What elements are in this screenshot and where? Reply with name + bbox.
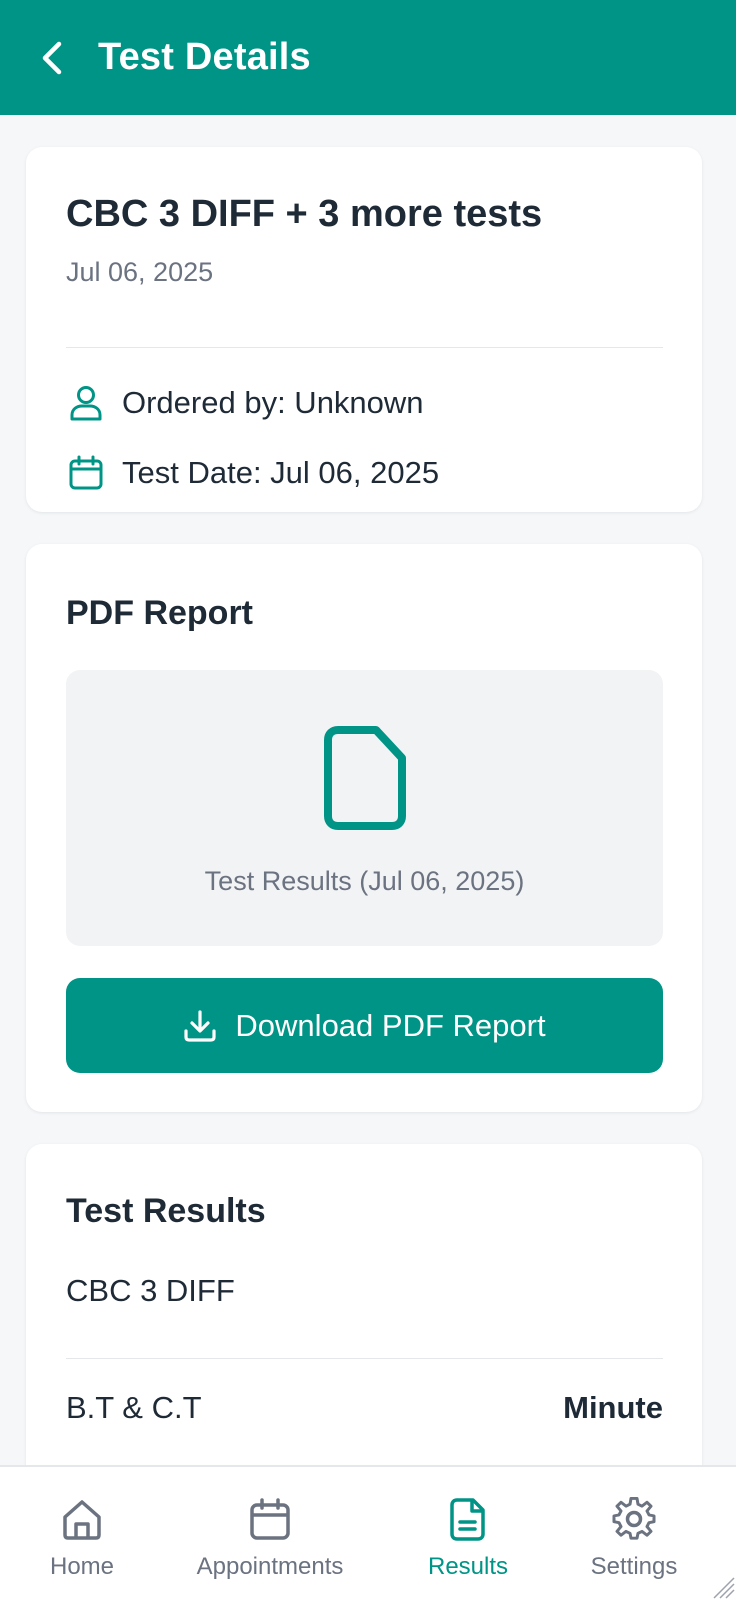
ordered-by-row: Ordered by: Unknown xyxy=(66,383,424,423)
test-date-subtitle: Jul 06, 2025 xyxy=(66,257,214,287)
resize-grip-icon xyxy=(713,1577,735,1599)
document-icon xyxy=(444,1495,492,1543)
ordered-by-text: Ordered by: Unknown xyxy=(122,385,424,420)
bottom-navigation: Home Appointments Results Settings xyxy=(0,1465,736,1600)
result-row[interactable]: CBC 3 DIFF xyxy=(66,1273,663,1309)
nav-label-settings: Settings xyxy=(590,1553,678,1580)
nav-label-results: Results xyxy=(427,1553,509,1580)
summary-divider xyxy=(66,347,663,348)
scroll-content[interactable]: CBC 3 DIFF + 3 more tests Jul 06, 2025 O… xyxy=(0,115,736,1465)
calendar-icon xyxy=(66,453,106,493)
back-button[interactable] xyxy=(22,28,82,88)
download-pdf-button[interactable]: Download PDF Report xyxy=(66,978,663,1073)
nav-item-appointments[interactable]: Appointments xyxy=(180,1467,360,1600)
calendar-icon xyxy=(246,1495,294,1543)
pdf-preview[interactable]: Test Results (Jul 06, 2025) xyxy=(66,670,663,946)
app-screen: Test Details CBC 3 DIFF + 3 more tests J… xyxy=(0,0,736,1600)
test-results-card: Test Results CBC 3 DIFF B.T & C.T Minute xyxy=(26,1144,702,1465)
pdf-report-title: PDF Report xyxy=(66,594,253,632)
nav-item-results[interactable]: Results xyxy=(408,1467,528,1600)
result-name: B.T & C.T xyxy=(66,1390,202,1425)
results-divider xyxy=(66,1358,663,1359)
download-pdf-label: Download PDF Report xyxy=(235,1007,546,1043)
result-row[interactable]: B.T & C.T Minute xyxy=(66,1390,663,1426)
nav-label-home: Home xyxy=(49,1553,115,1580)
pdf-file-caption: Test Results (Jul 06, 2025) xyxy=(204,866,525,896)
nav-item-settings[interactable]: Settings xyxy=(572,1467,696,1600)
chevron-left-icon xyxy=(42,41,62,74)
page-title: Test Details xyxy=(98,36,311,78)
pdf-report-card: PDF Report Test Results (Jul 06, 2025) D… xyxy=(26,544,702,1112)
result-name: CBC 3 DIFF xyxy=(66,1273,235,1308)
nav-label-appointments: Appointments xyxy=(196,1553,344,1580)
test-title: CBC 3 DIFF + 3 more tests xyxy=(66,193,543,235)
file-icon xyxy=(324,726,406,830)
test-results-title: Test Results xyxy=(66,1192,266,1230)
test-summary-card: CBC 3 DIFF + 3 more tests Jul 06, 2025 O… xyxy=(26,147,702,512)
home-icon xyxy=(58,1495,106,1543)
download-icon xyxy=(184,1009,217,1042)
user-icon xyxy=(66,383,106,423)
gear-icon xyxy=(610,1495,658,1543)
result-value: Minute xyxy=(563,1390,663,1425)
app-header: Test Details xyxy=(0,0,736,115)
test-date-row: Test Date: Jul 06, 2025 xyxy=(66,453,439,493)
nav-item-home[interactable]: Home xyxy=(22,1467,142,1600)
test-date-text: Test Date: Jul 06, 2025 xyxy=(122,455,440,490)
